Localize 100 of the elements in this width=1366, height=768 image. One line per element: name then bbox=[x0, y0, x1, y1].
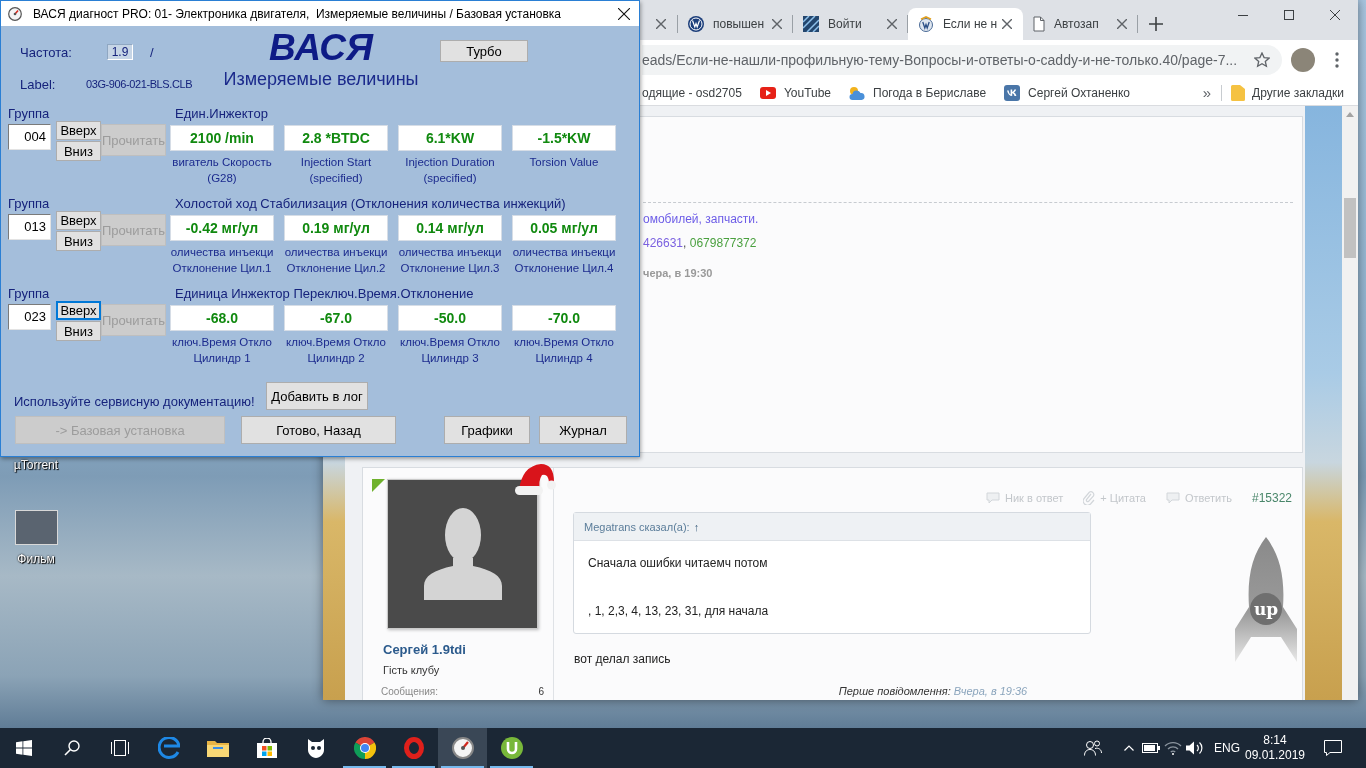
close-icon[interactable] bbox=[1330, 10, 1340, 20]
field-label: Label: bbox=[20, 76, 57, 92]
browser-tab[interactable]: Войти bbox=[793, 8, 908, 40]
folder-icon bbox=[206, 739, 229, 757]
volume-icon[interactable] bbox=[1186, 741, 1204, 755]
dialog-button[interactable]: Графики bbox=[444, 416, 530, 444]
close-icon[interactable] bbox=[618, 7, 630, 20]
star-icon[interactable] bbox=[1254, 52, 1270, 68]
wifi-icon[interactable] bbox=[1164, 741, 1182, 755]
up-button[interactable]: Вверх bbox=[56, 121, 101, 140]
post-text: вот делал запись bbox=[574, 651, 671, 668]
value-caption: Injection Start (specified) bbox=[299, 155, 373, 186]
avatar-placeholder[interactable] bbox=[387, 479, 538, 629]
up-button[interactable]: Вверх bbox=[56, 301, 101, 320]
group-label: Группа bbox=[8, 196, 51, 211]
address-bar[interactable]: eads/Если-не-нашли-профильную-тему-Вопросы-и-ответы-о-caddy-и-не-только.40/page-7... bbox=[642, 45, 1282, 75]
close-icon[interactable] bbox=[1002, 19, 1012, 29]
separator-text: / bbox=[150, 44, 154, 60]
gauge-icon bbox=[451, 737, 474, 759]
scrollbar-track[interactable] bbox=[1342, 106, 1358, 700]
people-icon[interactable] bbox=[1084, 740, 1102, 756]
profile-avatar-icon[interactable] bbox=[1291, 48, 1315, 72]
app-logo-text: ВАСЯ bbox=[269, 28, 373, 68]
group-title: Единица Инжектор Переключ.Время.Отклонение bbox=[175, 286, 474, 301]
paperclip-icon bbox=[1083, 491, 1096, 505]
group-title: Един.Инжектор bbox=[175, 106, 268, 121]
sun-cloud-icon bbox=[849, 85, 866, 100]
circle-logo-icon bbox=[688, 16, 704, 32]
add-to-log-button[interactable]: Добавить в лог bbox=[266, 382, 368, 410]
value-caption: Injection Duration (specified) bbox=[404, 155, 496, 186]
dialog-button[interactable]: Журнал bbox=[539, 416, 627, 444]
up-button[interactable]: Вверх bbox=[56, 211, 101, 230]
value-caption: ключ.Время Откло Цилиндр 2 bbox=[285, 335, 387, 366]
username-link[interactable]: Сергей 1.9tdi bbox=[383, 642, 553, 657]
label-file-name: 03G-906-021-BLS.CLB bbox=[86, 78, 193, 90]
value-caption: ключ.Время Откло Цилиндр 1 bbox=[171, 335, 273, 366]
more-bookmarks-button[interactable]: » bbox=[1197, 84, 1217, 101]
task-view-icon[interactable] bbox=[111, 740, 129, 756]
browser-tab[interactable]: повышен bbox=[678, 8, 793, 40]
caret-up-icon[interactable] bbox=[1124, 745, 1134, 751]
striped-square-icon bbox=[803, 16, 819, 32]
battery-icon[interactable] bbox=[1142, 743, 1160, 753]
bookmark-folder[interactable]: Другие закладки bbox=[1231, 84, 1344, 101]
window-title: ВАСЯ диагност PRO: 01- Электроника двигателя, Измеряемые величины / Базовая установка bbox=[33, 6, 562, 21]
taskbar-app-button[interactable] bbox=[438, 728, 487, 768]
value-field: -1.5*KW bbox=[512, 125, 616, 151]
down-button[interactable]: Вниз bbox=[56, 141, 101, 161]
clock-time[interactable]: 8:14 bbox=[1263, 733, 1287, 748]
first-message-note: Перше повідомлення: Вчера, в 19:36 bbox=[838, 684, 1028, 698]
value-caption: оличества инъекци Отклонение Цил.4 bbox=[511, 245, 617, 276]
quote-author: Megatrans сказал(а): bbox=[584, 520, 690, 533]
value-field: -67.0 bbox=[284, 305, 388, 331]
browser-tab[interactable]: Если не н bbox=[908, 8, 1023, 40]
value-field: 0.14 мг/ул bbox=[398, 215, 502, 241]
jump-link[interactable]: ↑ bbox=[693, 520, 700, 533]
clock-date[interactable]: 09.01.2019 bbox=[1244, 748, 1306, 763]
notification-icon[interactable] bbox=[1324, 740, 1342, 756]
value-field: 0.05 мг/ул bbox=[512, 215, 616, 241]
value-caption: оличества инъекци Отклонение Цил.2 bbox=[283, 245, 389, 276]
group-number-field[interactable]: 004 bbox=[8, 124, 51, 150]
turbo-button[interactable]: Турбо bbox=[440, 40, 528, 62]
dialog-button[interactable]: Готово, Назад bbox=[241, 416, 396, 444]
u-circle-icon bbox=[500, 737, 523, 759]
square-logo-icon bbox=[1004, 84, 1021, 101]
globe-logo-icon bbox=[918, 16, 934, 32]
scroll-up-button[interactable]: up bbox=[1235, 537, 1297, 662]
minimize-icon[interactable] bbox=[1238, 14, 1248, 16]
scrollbar-thumb[interactable] bbox=[1344, 198, 1356, 258]
bookmark-link[interactable]: Погода в Бериславе bbox=[849, 85, 987, 100]
rocket-icon bbox=[1235, 537, 1297, 662]
photo-placeholder[interactable] bbox=[14, 510, 58, 545]
notice-text: Используйте сервисную документацию! bbox=[14, 394, 256, 410]
language-indicator[interactable]: ENG bbox=[1214, 741, 1240, 755]
corner-marker-icon bbox=[372, 479, 385, 492]
speech-bubble-icon bbox=[1165, 492, 1180, 504]
post-date: чера, в 19:30 bbox=[643, 266, 713, 281]
group-label: Группа bbox=[8, 106, 51, 121]
post-number-link[interactable]: #15322 bbox=[1251, 491, 1292, 505]
bookmark-link[interactable]: одящие - osd2705 bbox=[642, 85, 742, 100]
browser-tab[interactable]: Автозап bbox=[1023, 8, 1138, 40]
down-button[interactable]: Вниз bbox=[56, 231, 101, 251]
value-field: -68.0 bbox=[170, 305, 274, 331]
value-field: -50.0 bbox=[398, 305, 502, 331]
bookmark-link[interactable]: YouTube bbox=[759, 85, 832, 100]
signature-contacts: 426631, 0679877372 bbox=[643, 235, 757, 252]
bookmark-link[interactable]: Сергей Охтаненко bbox=[1004, 84, 1131, 101]
speech-bubble-icon bbox=[986, 492, 1001, 504]
user-role: Гість клубу bbox=[383, 663, 441, 677]
ring-icon bbox=[403, 737, 424, 759]
start-icon[interactable] bbox=[16, 740, 32, 756]
shopping-bag-icon bbox=[256, 738, 277, 758]
menu-icon[interactable] bbox=[1335, 52, 1339, 68]
down-button[interactable]: Вниз bbox=[56, 321, 101, 341]
search-icon[interactable] bbox=[64, 740, 80, 756]
group-number-field[interactable]: 023 bbox=[8, 304, 51, 330]
group-number-field[interactable]: 013 bbox=[8, 214, 51, 240]
mode-title: Измеряемые величины bbox=[223, 68, 419, 90]
maximize-icon[interactable] bbox=[1284, 10, 1294, 20]
plus-icon[interactable] bbox=[1149, 17, 1163, 31]
swirl-logo-icon bbox=[157, 737, 180, 759]
